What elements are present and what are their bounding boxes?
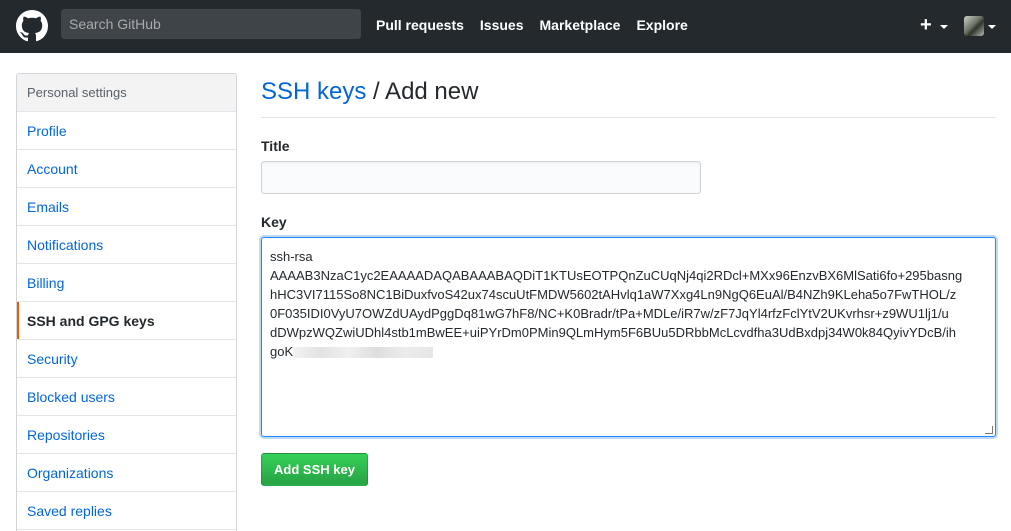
github-logo-icon[interactable] (16, 10, 48, 42)
nav-marketplace[interactable]: Marketplace (540, 17, 621, 33)
sidebar-item-notifications[interactable]: Notifications (17, 226, 236, 264)
key-line: AAAAB3NzaC1yc2EAAAADAQABAAABAQDiT1KTUsEO… (270, 268, 963, 283)
key-line-last: goK (270, 342, 987, 361)
key-line: ssh-rsa (270, 249, 313, 264)
top-header: Pull requests Issues Marketplace Explore… (0, 0, 1011, 53)
breadcrumb-ssh-keys-link[interactable]: SSH keys (261, 78, 366, 105)
create-new-plus-icon[interactable]: + (920, 15, 932, 35)
sidebar-item-account[interactable]: Account (17, 150, 236, 188)
header-nav: Pull requests Issues Marketplace Explore (376, 17, 704, 33)
title-input[interactable] (261, 161, 701, 194)
add-ssh-key-button[interactable]: Add SSH key (261, 453, 368, 486)
resize-handle-icon[interactable] (985, 426, 993, 434)
user-avatar[interactable] (964, 16, 984, 36)
sidebar-item-blocked-users[interactable]: Blocked users (17, 378, 236, 416)
sidebar-item-emails[interactable]: Emails (17, 188, 236, 226)
key-line: dDWpzWQZwiUDhl4stb1mBwEE+uiPYrDm0PMin9QL… (270, 325, 956, 340)
sidebar-heading: Personal settings (17, 74, 236, 112)
nav-explore[interactable]: Explore (636, 17, 687, 33)
nav-pull-requests[interactable]: Pull requests (376, 17, 464, 33)
title-divider (261, 117, 996, 118)
user-menu-caret-icon[interactable] (988, 25, 996, 29)
redacted-key-blur (293, 347, 434, 359)
search-input[interactable] (61, 9, 361, 39)
page-title: SSH keys / Add new (261, 78, 478, 106)
key-textarea[interactable]: ssh-rsa AAAAB3NzaC1yc2EAAAADAQABAAABAQDi… (261, 237, 996, 437)
key-line: 0F035IDI0VyU7OWZdUAydPggDq81wG7hF8/NC+K0… (270, 306, 949, 321)
title-field-label: Title (261, 138, 290, 154)
key-field-label: Key (261, 214, 287, 230)
key-line: hHC3VI7115So8NC1BiDuxfvoS42ux74scuUtFMDW… (270, 287, 957, 302)
sidebar-item-profile[interactable]: Profile (17, 112, 236, 150)
sidebar-item-organizations[interactable]: Organizations (17, 454, 236, 492)
settings-sidebar: Personal settings Profile Account Emails… (16, 73, 237, 531)
breadcrumb-current: / Add new (366, 78, 479, 105)
sidebar-item-billing[interactable]: Billing (17, 264, 236, 302)
key-line-text: goK (270, 344, 294, 359)
sidebar-item-saved-replies[interactable]: Saved replies (17, 492, 236, 530)
create-dropdown-caret-icon[interactable] (940, 25, 948, 29)
nav-issues[interactable]: Issues (480, 17, 524, 33)
sidebar-item-repositories[interactable]: Repositories (17, 416, 236, 454)
sidebar-item-ssh-gpg-keys[interactable]: SSH and GPG keys (17, 302, 236, 340)
sidebar-item-security[interactable]: Security (17, 340, 236, 378)
